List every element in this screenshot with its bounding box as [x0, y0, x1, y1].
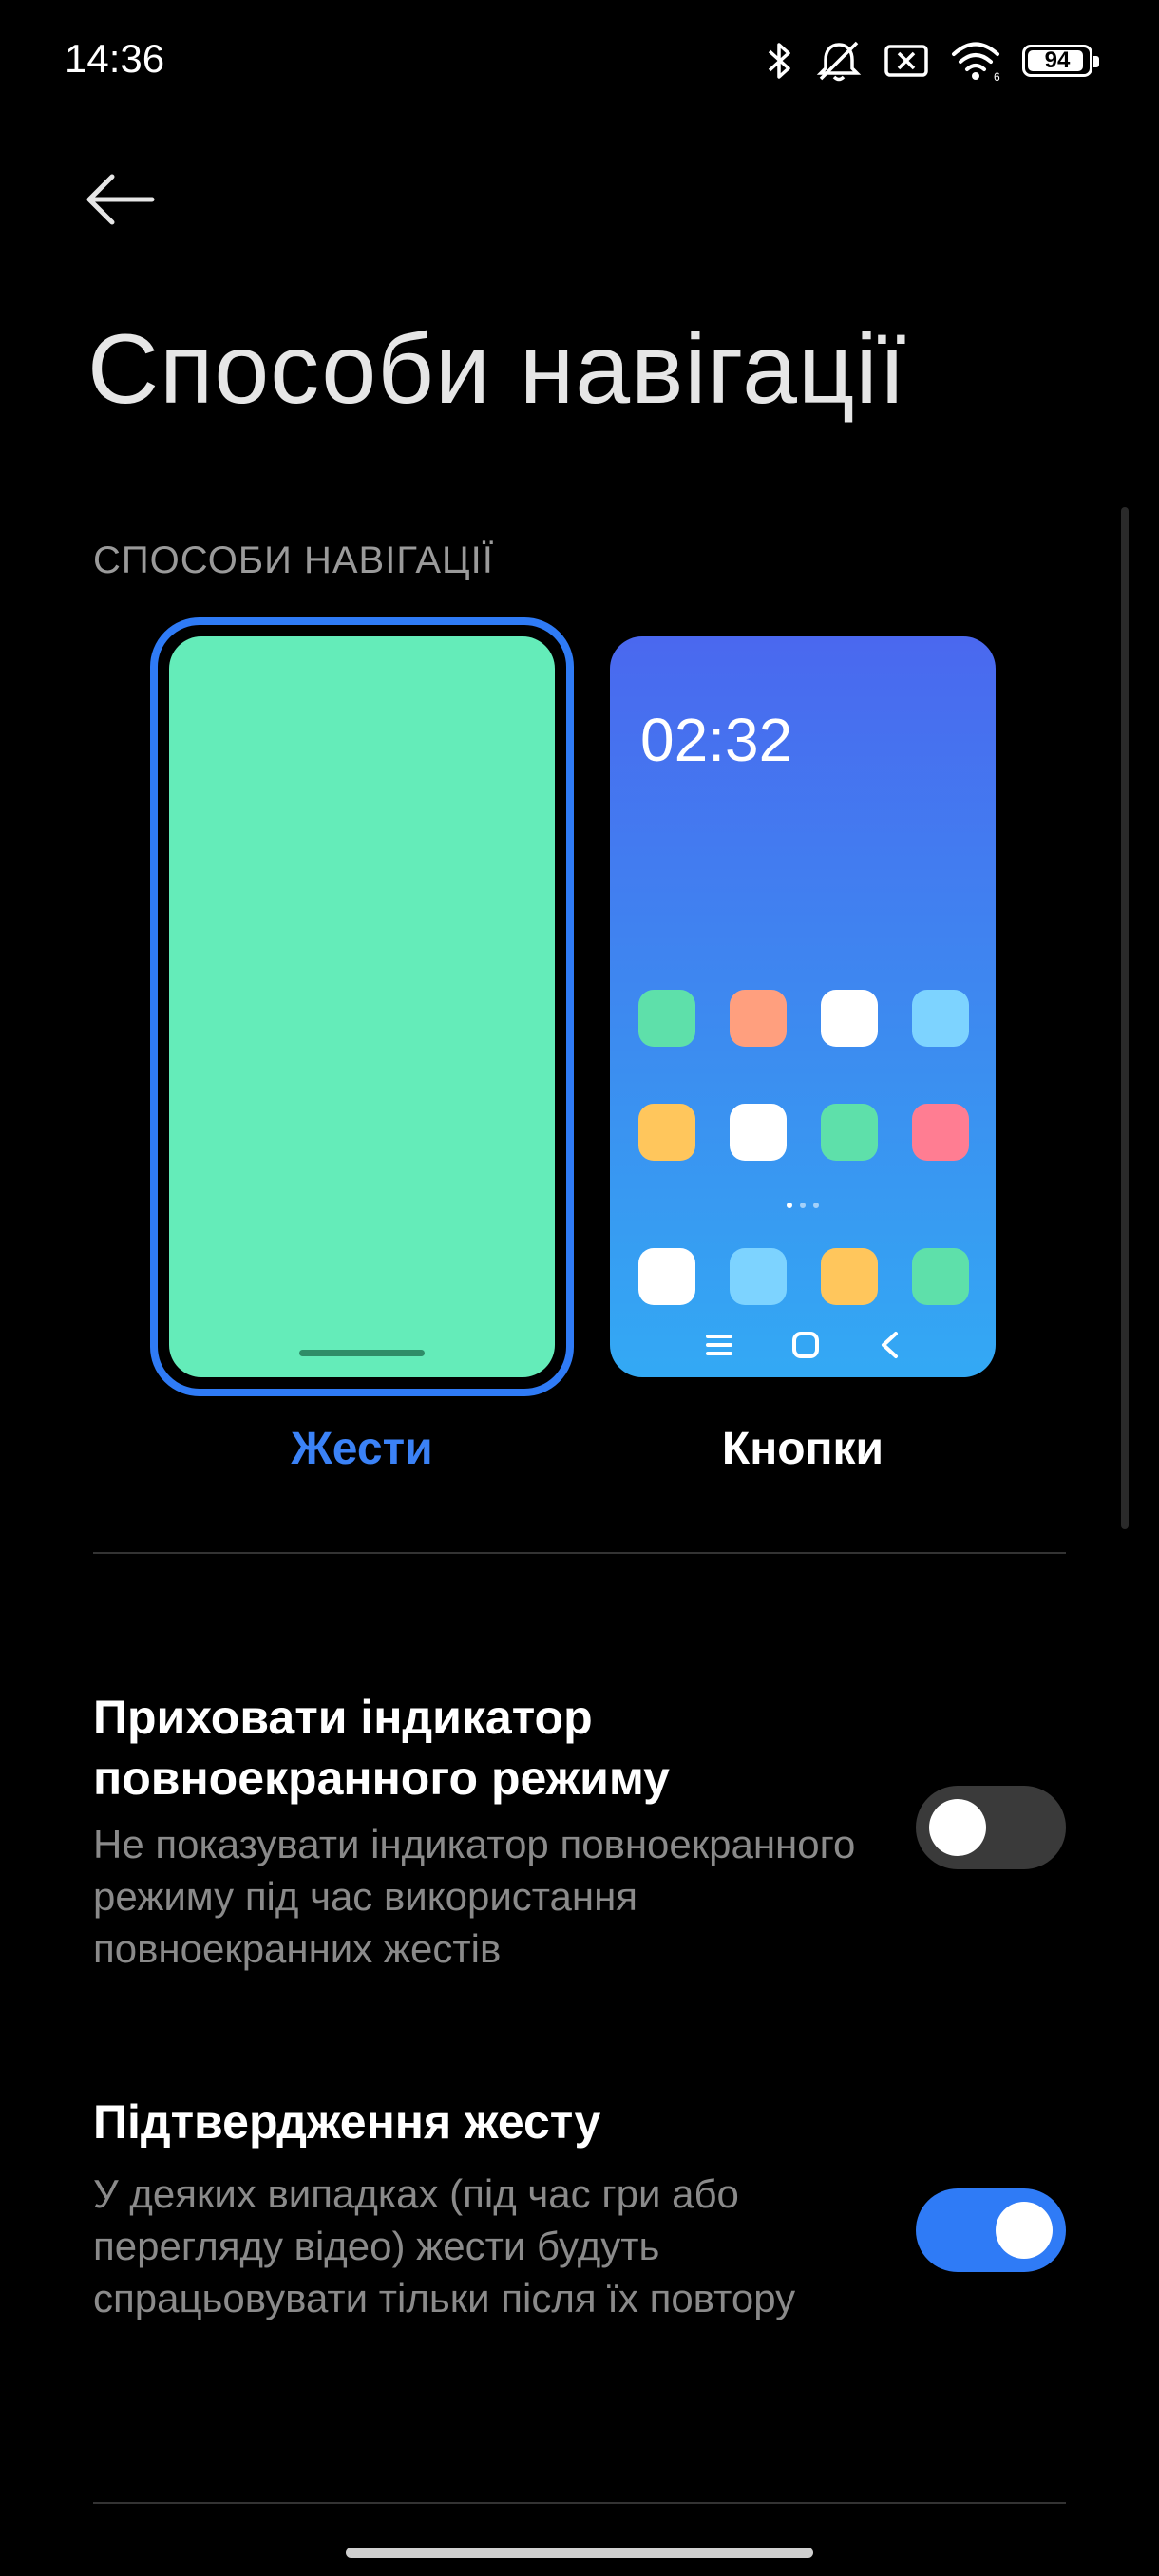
- toggle-knob: [929, 1799, 986, 1856]
- back-button[interactable]: [84, 161, 169, 237]
- preview-app-icon: [730, 1104, 787, 1161]
- preview-app-row: [638, 1104, 971, 1161]
- preview-app-icon: [821, 1104, 878, 1161]
- battery-icon: 94: [1022, 45, 1099, 77]
- setting-confirm-gesture-description: У деяких випадках (під час гри або перег…: [93, 2171, 796, 2320]
- status-icons: 6 94: [766, 32, 1099, 89]
- sim-error-icon: [884, 45, 928, 77]
- muted-bell-icon: [816, 41, 862, 82]
- preview-app-icon: [912, 1248, 969, 1305]
- gestures-preview: [169, 636, 555, 1377]
- wifi-icon: 6: [952, 42, 1000, 82]
- option-gestures-card[interactable]: [150, 617, 574, 1396]
- buttons-preview: 02:32: [610, 636, 996, 1377]
- page-dot: [813, 1203, 819, 1208]
- preview-nav-keys: [610, 1326, 996, 1364]
- gesture-bar-indicator: [299, 1350, 425, 1356]
- preview-app-icon: [912, 1104, 969, 1161]
- option-buttons-label[interactable]: Кнопки: [660, 1423, 945, 1475]
- bluetooth-icon: [768, 43, 790, 79]
- hide-indicator-toggle[interactable]: [916, 1786, 1066, 1869]
- option-gestures-label[interactable]: Жести: [219, 1423, 504, 1475]
- preview-app-icon: [638, 990, 695, 1047]
- preview-app-icon: [638, 1248, 695, 1305]
- page-dot: [787, 1203, 792, 1208]
- divider: [93, 1552, 1066, 1554]
- home-indicator: [346, 2548, 813, 2558]
- page-dots: [610, 1203, 996, 1208]
- preview-app-icon: [730, 990, 787, 1047]
- preview-app-icon: [638, 1104, 695, 1161]
- status-time: 14:36: [65, 36, 165, 81]
- page-title: Способи навігації: [87, 314, 907, 425]
- confirm-gesture-toggle[interactable]: [916, 2188, 1066, 2272]
- setting-confirm-gesture-title: Підтвердження жесту: [93, 2095, 601, 2149]
- setting-hide-indicator-title: Приховати індикатор повноекранного режим…: [93, 1691, 670, 1805]
- preview-app-icon: [912, 990, 969, 1047]
- scrollbar[interactable]: [1121, 507, 1129, 1529]
- svg-text:6: 6: [994, 70, 1000, 82]
- back-arrow-icon: [86, 174, 155, 225]
- toggle-knob: [996, 2202, 1053, 2259]
- preview-clock: 02:32: [640, 706, 793, 774]
- preview-app-icon: [821, 990, 878, 1047]
- preview-dock-row: [638, 1248, 971, 1305]
- divider: [93, 2502, 1066, 2504]
- option-buttons-card[interactable]: 02:32: [591, 617, 1015, 1396]
- page-dot: [800, 1203, 806, 1208]
- menu-icon: [706, 1335, 732, 1355]
- preview-app-icon: [730, 1248, 787, 1305]
- battery-level: 94: [1044, 47, 1071, 73]
- home-square-icon: [792, 1332, 819, 1358]
- preview-app-icon: [821, 1248, 878, 1305]
- preview-app-row: [638, 990, 971, 1047]
- section-header: СПОСОБИ НАВІГАЦІЇ: [93, 540, 494, 581]
- setting-hide-indicator-description: Не показувати індикатор повноекранного р…: [93, 1822, 856, 1971]
- back-chevron-icon: [882, 1332, 898, 1358]
